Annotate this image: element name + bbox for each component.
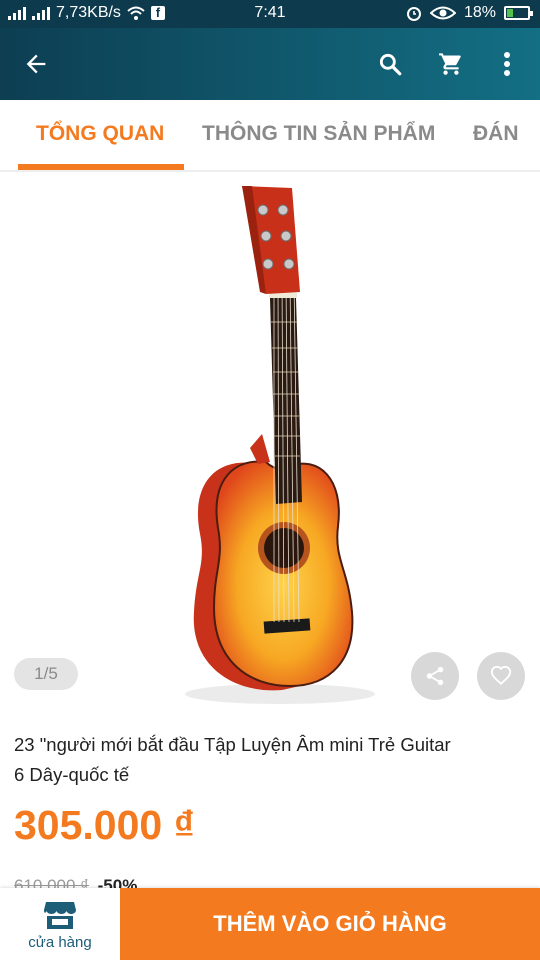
product-gallery[interactable]: 1/5	[0, 172, 540, 712]
share-button[interactable]	[411, 652, 459, 700]
product-price: 305.000 ₫	[14, 802, 195, 848]
status-bar: 7,73KB/s f 7:41 18%	[0, 0, 540, 28]
battery-icon	[504, 6, 533, 20]
image-pager: 1/5	[14, 658, 78, 690]
battery-percent: 18%	[463, 4, 496, 21]
tab-reviews[interactable]: ĐÁN	[473, 122, 519, 146]
store-label: cửa hàng	[28, 934, 92, 951]
tab-overview[interactable]: TỔNG QUAN	[36, 122, 164, 146]
back-arrow-icon[interactable]	[14, 42, 58, 86]
product-title-line: 6 Dây-quốc tế	[14, 764, 130, 785]
status-right: 18%	[406, 4, 533, 22]
more-vertical-icon[interactable]	[485, 42, 529, 86]
product-image	[185, 186, 375, 704]
bottom-action-bar: cửa hàng THÊM VÀO GIỎ HÀNG	[0, 888, 540, 960]
add-to-cart-button[interactable]: THÊM VÀO GIỎ HÀNG	[120, 888, 540, 960]
store-button[interactable]: cửa hàng	[0, 888, 120, 960]
heart-icon	[490, 665, 512, 686]
share-icon	[426, 666, 444, 686]
product-title-line: 23 "người mới bắt đầu Tập Luyện Âm mini …	[14, 734, 451, 755]
app-bar	[0, 28, 540, 100]
battery-fill	[507, 9, 513, 17]
product-title: 23 "người mới bắt đầu Tập Luyện Âm mini …	[14, 730, 529, 790]
active-tab-indicator	[18, 164, 184, 170]
alarm-icon	[406, 7, 421, 21]
cart-icon[interactable]	[429, 42, 473, 86]
tab-bar: TỔNG QUAN THÔNG TIN SẢN PHẨM ĐÁN	[0, 100, 540, 172]
search-icon[interactable]	[368, 42, 412, 86]
tab-product-info[interactable]: THÔNG TIN SẢN PHẨM	[202, 122, 435, 146]
eye-icon	[429, 6, 456, 20]
favorite-button[interactable]	[477, 652, 525, 700]
store-icon	[44, 902, 76, 929]
